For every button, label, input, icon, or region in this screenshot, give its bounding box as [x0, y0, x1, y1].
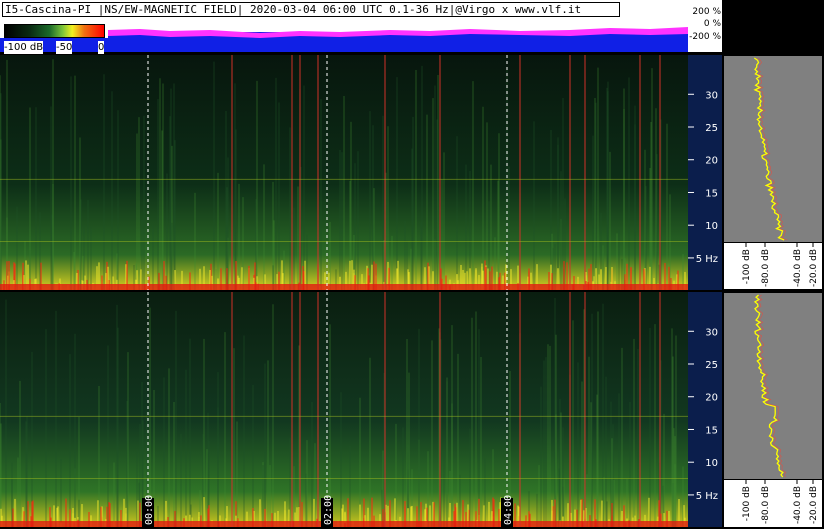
y-tick-label: 15 — [705, 188, 718, 199]
y-tick-label: 30 — [705, 327, 718, 338]
y-tick-label: 25 — [705, 360, 718, 371]
x-tick-label: 00:00 — [142, 495, 155, 527]
colorbar-label-max: 0 — [98, 41, 105, 54]
y-tick-label: 20 — [705, 156, 718, 167]
spectrum-x-tick-label: -100 dB — [742, 249, 752, 284]
power-tick-label: 200 % — [692, 7, 721, 17]
y-tick-label: 10 — [705, 458, 718, 469]
spectrum-x-tick-label: -40.0 dB — [793, 486, 803, 524]
y-tick-label: 10 — [705, 221, 718, 232]
x-tick-label: 04:00 — [501, 495, 514, 527]
power-tick-label: -200 % — [689, 32, 721, 42]
spectrum-x-tick-label: -20.0 dB — [809, 249, 819, 287]
svg-text:00:00: 00:00 — [144, 495, 155, 525]
spectrum-x-tick-label: -100 dB — [742, 486, 752, 521]
y-tick-label: 5 Hz — [696, 254, 718, 265]
y-tick-label: 5 Hz — [696, 491, 718, 502]
spectrum-panel-ew — [724, 293, 822, 479]
spectrum-x-tick-label: -40.0 dB — [793, 249, 803, 287]
chart-title: I5-Cascina-PI |NS/EW-MAGNETIC FIELD| 202… — [2, 2, 620, 17]
spectrum-xaxis-ns — [724, 243, 822, 289]
spectrum-x-tick-label: -80.0 dB — [761, 249, 771, 287]
spectrum-x-tick-label: -20.0 dB — [809, 486, 819, 524]
y-tick-label: 25 — [705, 123, 718, 134]
power-tick-label: 0 % — [704, 19, 722, 29]
spectrogram-chart: 200 % 0 % -200 % 00:00 02:00 04:00 5 Hz 10 15 2… — [0, 0, 824, 529]
spectrum-x-tick-label: -80.0 dB — [761, 486, 771, 524]
spectrum-xaxis-ew — [724, 480, 822, 527]
x-tick-label: 02:00 — [321, 495, 334, 527]
y-tick-label: 30 — [705, 90, 718, 101]
colorbar-label-mid: -50 — [56, 41, 73, 54]
colorbar — [4, 24, 105, 38]
y-tick-label: 20 — [705, 393, 718, 404]
colorbar-label-min: -100 dB — [4, 41, 44, 54]
svg-text:04:00: 04:00 — [503, 495, 514, 525]
svg-text:02:00: 02:00 — [323, 495, 334, 525]
spectrum-panel-ns — [724, 56, 822, 242]
y-tick-label: 15 — [705, 425, 718, 436]
